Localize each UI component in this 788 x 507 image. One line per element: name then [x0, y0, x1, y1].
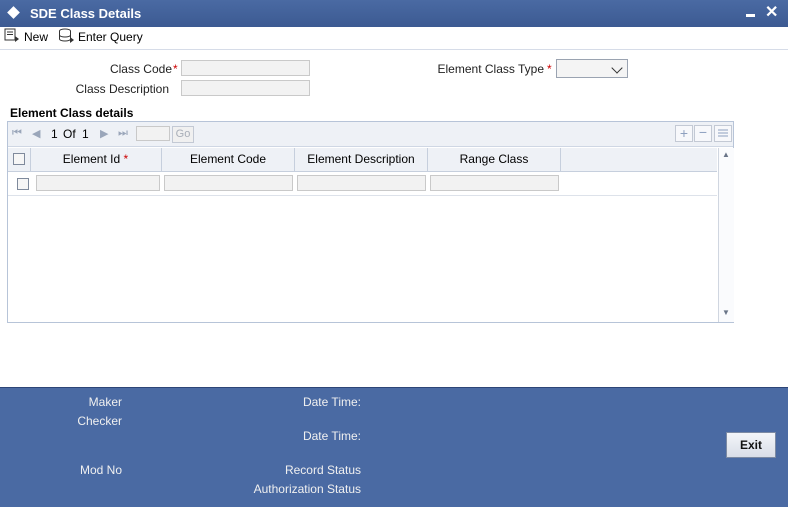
class-description-label: Class Description: [75, 82, 169, 96]
element-class-grid: ⏮ ◀ 1 Of 1 ▶ ⏭ Go + − Element Id * Eleme…: [7, 121, 734, 323]
element-class-type-select[interactable]: [556, 59, 628, 78]
enter-query-icon: [58, 28, 75, 48]
mod-no-label: Mod No: [79, 463, 122, 477]
record-status-label: Record Status: [284, 463, 361, 477]
element-code-input[interactable]: [164, 175, 293, 191]
grid-pager: ⏮ ◀ 1 Of 1 ▶ ⏭ Go + −: [8, 122, 733, 147]
col-element-code: Element Code: [162, 148, 295, 171]
first-page-icon[interactable]: ⏮: [12, 127, 22, 140]
col-element-description: Element Description: [295, 148, 428, 171]
element-class-type-required-mark: *: [547, 62, 552, 76]
minimize-icon[interactable]: [746, 14, 755, 17]
element-id-input[interactable]: [36, 175, 160, 191]
enter-query-button[interactable]: Enter Query: [58, 28, 143, 46]
class-code-input[interactable]: [181, 60, 310, 76]
enter-query-label: Enter Query: [78, 30, 143, 45]
new-icon: [4, 28, 21, 47]
toolbar: New Enter Query: [0, 27, 788, 50]
new-button[interactable]: New: [4, 28, 48, 46]
select-all-checkbox[interactable]: [13, 153, 25, 165]
class-code-required-mark: *: [173, 62, 178, 76]
scroll-down-icon[interactable]: ▼: [722, 308, 730, 317]
grid-scrollbar[interactable]: ▲ ▼: [718, 148, 734, 322]
row-select-checkbox[interactable]: [17, 178, 29, 190]
grid-header: Element Id * Element Code Element Descri…: [8, 148, 717, 172]
next-page-icon[interactable]: ▶: [100, 127, 108, 140]
page-of-label: Of: [63, 127, 76, 141]
element-class-type-label: Element Class Type: [437, 62, 545, 76]
range-class-input[interactable]: [430, 175, 559, 191]
class-description-input[interactable]: [181, 80, 310, 96]
class-code-label: Class Code: [109, 62, 172, 76]
total-pages: 1: [82, 127, 89, 141]
grid-section-title: Element Class details: [10, 106, 134, 120]
table-row: [8, 171, 717, 196]
scroll-up-icon[interactable]: ▲: [722, 150, 730, 159]
exit-button[interactable]: Exit: [726, 432, 776, 458]
add-row-icon[interactable]: +: [675, 125, 693, 142]
element-description-input[interactable]: [297, 175, 426, 191]
new-label: New: [24, 30, 49, 44]
window-title: SDE Class Details: [30, 6, 142, 21]
authorization-status-label: Authorization Status: [253, 482, 361, 496]
app-icon: [7, 6, 20, 19]
col-range-class: Range Class: [428, 148, 561, 171]
checker-label: Checker: [77, 414, 122, 428]
single-view-icon[interactable]: [714, 125, 732, 142]
maker-label: Maker: [88, 395, 122, 409]
checker-date-time-label: Date Time:: [302, 429, 361, 443]
maker-date-time-label: Date Time:: [302, 395, 361, 409]
go-button[interactable]: Go: [172, 126, 194, 143]
prev-page-icon[interactable]: ◀: [32, 127, 40, 140]
select-all-cell: [8, 148, 31, 171]
chevron-down-icon: [611, 62, 623, 74]
page-number-input[interactable]: [136, 126, 170, 141]
last-page-icon[interactable]: ⏭: [118, 127, 128, 140]
col-element-id: Element Id *: [30, 148, 162, 171]
current-page: 1: [51, 127, 58, 141]
audit-footer: Maker Checker Date Time: Date Time: Mod …: [0, 387, 788, 507]
title-bar: SDE Class Details ✕: [0, 0, 788, 28]
delete-row-icon[interactable]: −: [694, 125, 712, 142]
close-icon[interactable]: ✕: [765, 2, 778, 22]
